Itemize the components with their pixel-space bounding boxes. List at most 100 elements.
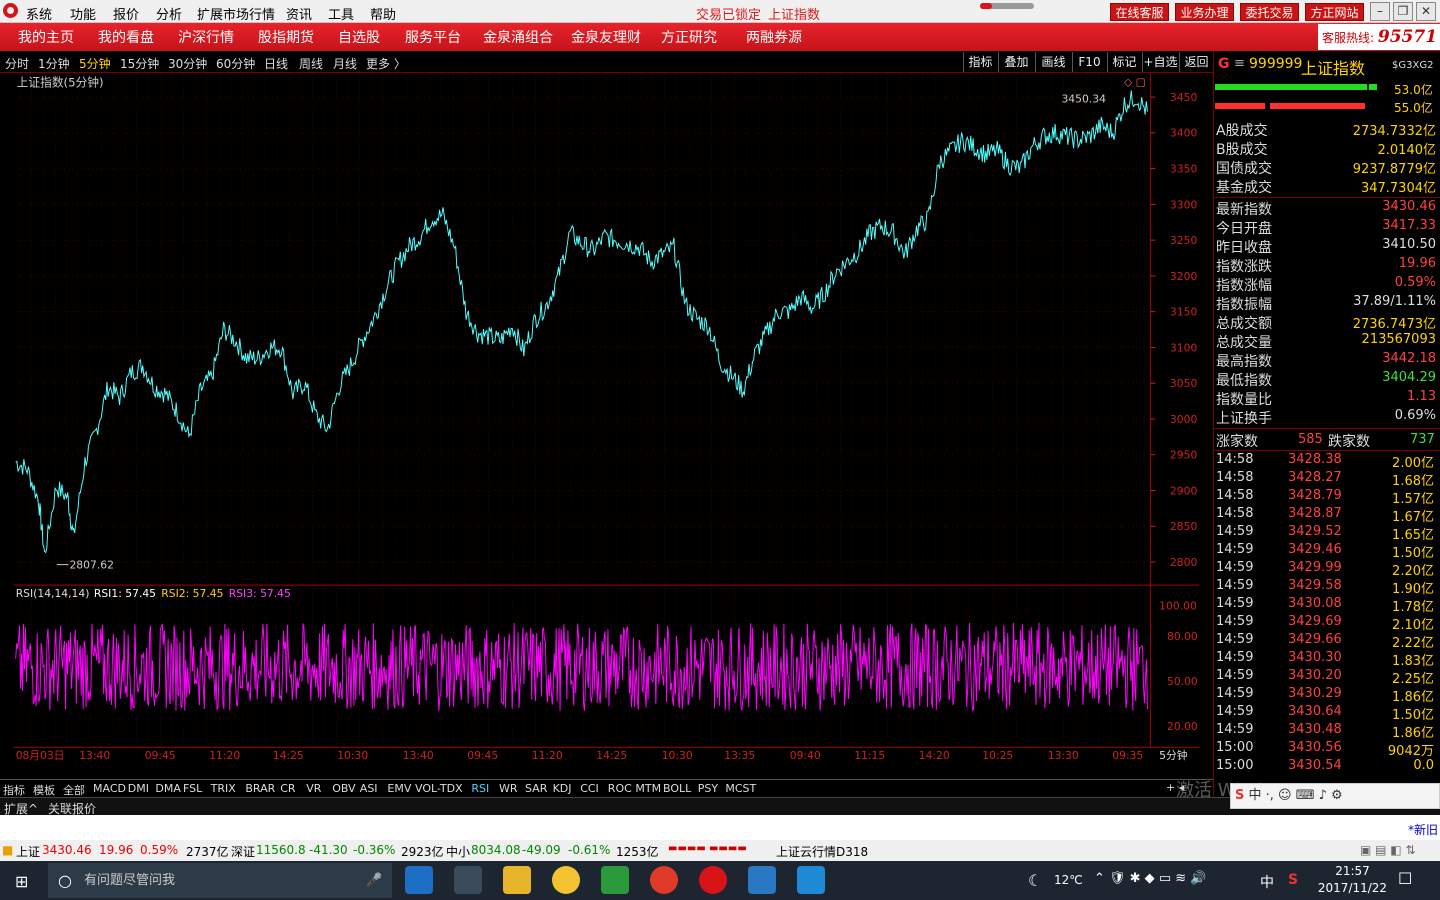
app-icon-4[interactable] [797, 866, 825, 894]
x-axis-label: 09:40 [790, 749, 821, 762]
mic-icon[interactable]: 🎤 [366, 863, 382, 898]
edge-icon[interactable] [405, 866, 433, 894]
ticker-tools-icon[interactable]: ▣ ▤ ◧ ⇅ [1360, 843, 1416, 857]
f10-button[interactable]: F10 [1072, 52, 1106, 72]
sogou-icon[interactable]: S [1288, 872, 1298, 888]
app-icon-3[interactable] [650, 866, 678, 894]
stock-app-icon[interactable] [699, 866, 727, 894]
clock[interactable]: 21:57 2017/11/22 [1310, 863, 1395, 897]
indicator-tab-指标[interactable]: 指标 [3, 782, 25, 798]
back-button[interactable]: 返回 [1179, 52, 1213, 72]
nav-watchboard[interactable]: 我的看盘 [98, 27, 154, 47]
tick-row: 14:59 3430.08 1.78亿 [1216, 596, 1438, 615]
nav-shsz[interactable]: 沪深行情 [178, 27, 234, 47]
period-week[interactable]: 周线 [299, 55, 323, 72]
cortana-search[interactable]: ○ 有问题尽管问我 🎤 [48, 863, 392, 898]
ime-indicator[interactable]: 中 [1260, 872, 1274, 892]
nav-home[interactable]: 我的主页 [18, 27, 74, 47]
period-more[interactable]: 更多 〉 [366, 55, 406, 72]
nav-finance[interactable]: 金泉友理财 [571, 27, 641, 47]
menu-quote[interactable]: 报价 [113, 4, 139, 23]
indicator-tab-全部[interactable]: 全部 [63, 782, 85, 798]
close-icon[interactable]: ✕ [1416, 2, 1436, 21]
indicator-tab-vol-tdx[interactable]: VOL-TDX [415, 782, 463, 795]
indicator-tab-wr[interactable]: WR [499, 782, 518, 795]
indicator-tab-rsi[interactable]: RSI [471, 782, 489, 795]
business-button[interactable]: 业务办理 [1175, 3, 1234, 21]
nav-portfolio[interactable]: 金泉涌组合 [483, 27, 553, 47]
indicator-tab-trix[interactable]: TRIX [211, 782, 236, 795]
weather-icon[interactable]: ☾ [1028, 871, 1042, 890]
tray-icons[interactable]: ⌃ 🛡 ✱ ◆ ▭ ≋ 🔊 [1094, 871, 1206, 886]
news-link[interactable]: *新旧 [1408, 821, 1438, 838]
explorer-icon[interactable] [503, 866, 531, 894]
online-service-button[interactable]: 在线客服 [1110, 3, 1169, 21]
indicator-tab-psy[interactable]: PSY [698, 782, 718, 795]
indicator-button[interactable]: 指标 [963, 52, 997, 72]
trade-button[interactable]: 委托交易 [1240, 3, 1299, 21]
indicator-tab-fsl[interactable]: FSL [183, 782, 202, 795]
nav-favorites[interactable]: 自选股 [338, 27, 380, 47]
menu-function[interactable]: 功能 [70, 4, 96, 23]
app-icon-2[interactable] [601, 866, 629, 894]
indicator-tab-mtm[interactable]: MTM [635, 782, 661, 795]
period-1min[interactable]: 1分钟 [38, 55, 70, 72]
ie-icon[interactable] [748, 866, 776, 894]
progress-slider[interactable] [980, 3, 1034, 9]
ticker-cloud[interactable]: 上证云行情D318 [776, 843, 868, 860]
indicator-tab-sar[interactable]: SAR [525, 782, 547, 795]
minimize-icon[interactable]: – [1370, 2, 1390, 21]
indicator-tab-boll[interactable]: BOLL [663, 782, 691, 795]
clock-date: 2017/11/22 [1317, 881, 1388, 895]
period-30min[interactable]: 30分钟 [168, 55, 207, 72]
mark-button[interactable]: 标记 [1107, 52, 1141, 72]
website-button[interactable]: 方正网站 [1305, 3, 1364, 21]
menu-tools[interactable]: 工具 [328, 4, 354, 23]
indicator-tab-brar[interactable]: BRAR [245, 782, 275, 795]
price-series [15, 90, 1148, 554]
tick-row: 14:59 3430.64 1.50亿 [1216, 704, 1438, 723]
period-5min[interactable]: 5分钟 [79, 55, 111, 72]
menu-analysis[interactable]: 分析 [156, 4, 182, 23]
indicator-tab-模板[interactable]: 模板 [33, 782, 55, 798]
menu-extended-market[interactable]: 扩展市场行情 [197, 4, 275, 23]
indicator-tab-dma[interactable]: DMA [155, 782, 181, 795]
nav-services[interactable]: 服务平台 [405, 27, 461, 47]
indicator-tab-kdj[interactable]: KDJ [553, 782, 572, 795]
menu-icon[interactable]: ≡ [1234, 56, 1245, 71]
indicator-tab-mcst[interactable]: MCST [725, 782, 756, 795]
menu-news[interactable]: 资讯 [286, 4, 312, 23]
indicator-tab-asi[interactable]: ASI [360, 782, 378, 795]
app-icon-1[interactable] [552, 866, 580, 894]
restore-icon[interactable]: ❐ [1393, 2, 1413, 21]
store-icon[interactable] [454, 866, 482, 894]
marker-icon[interactable]: ◇ ▢ [1124, 76, 1146, 89]
period-15min[interactable]: 15分钟 [120, 55, 159, 72]
draw-button[interactable]: 画线 [1035, 52, 1071, 72]
indicator-tab-cci[interactable]: CCI [580, 782, 599, 795]
indicator-tab-obv[interactable]: OBV [332, 782, 355, 795]
turnover-label: 基金成交 [1216, 180, 1272, 196]
indicator-tab-macd[interactable]: MACD [93, 782, 126, 795]
period-tick[interactable]: 分时 [5, 55, 29, 72]
kline-chart[interactable]: 上证指数(5分钟) 3450 3400 3350 3300 3250 3200 3150 31… [0, 73, 1213, 763]
nav-research[interactable]: 方正研究 [661, 27, 717, 47]
indicator-tab-roc[interactable]: ROC [608, 782, 632, 795]
overlay-button[interactable]: 叠加 [998, 52, 1034, 72]
menu-help[interactable]: 帮助 [370, 4, 396, 23]
x-axis-label: 09:35 [1112, 749, 1143, 762]
notification-icon[interactable]: ☐ [1398, 869, 1412, 888]
windows-start-icon[interactable]: ⊞ [15, 872, 28, 891]
nav-margin[interactable]: 两融券源 [746, 27, 802, 47]
menu-system[interactable]: 系统 [26, 4, 52, 23]
indicator-tab-cr[interactable]: CR [280, 782, 295, 795]
indicator-tab-dmi[interactable]: DMI [128, 782, 149, 795]
period-60min[interactable]: 60分钟 [216, 55, 255, 72]
nav-futures[interactable]: 股指期货 [258, 27, 314, 47]
period-month[interactable]: 月线 [333, 55, 357, 72]
add-favorite-button[interactable]: +自选 [1142, 52, 1178, 72]
indicator-tab-emv[interactable]: EMV [387, 782, 411, 795]
ime-toolbar[interactable]: S 中 ·, ☺ ⌨ ♪ ⚙ [1230, 783, 1440, 809]
period-day[interactable]: 日线 [264, 55, 288, 72]
indicator-tab-vr[interactable]: VR [306, 782, 321, 795]
